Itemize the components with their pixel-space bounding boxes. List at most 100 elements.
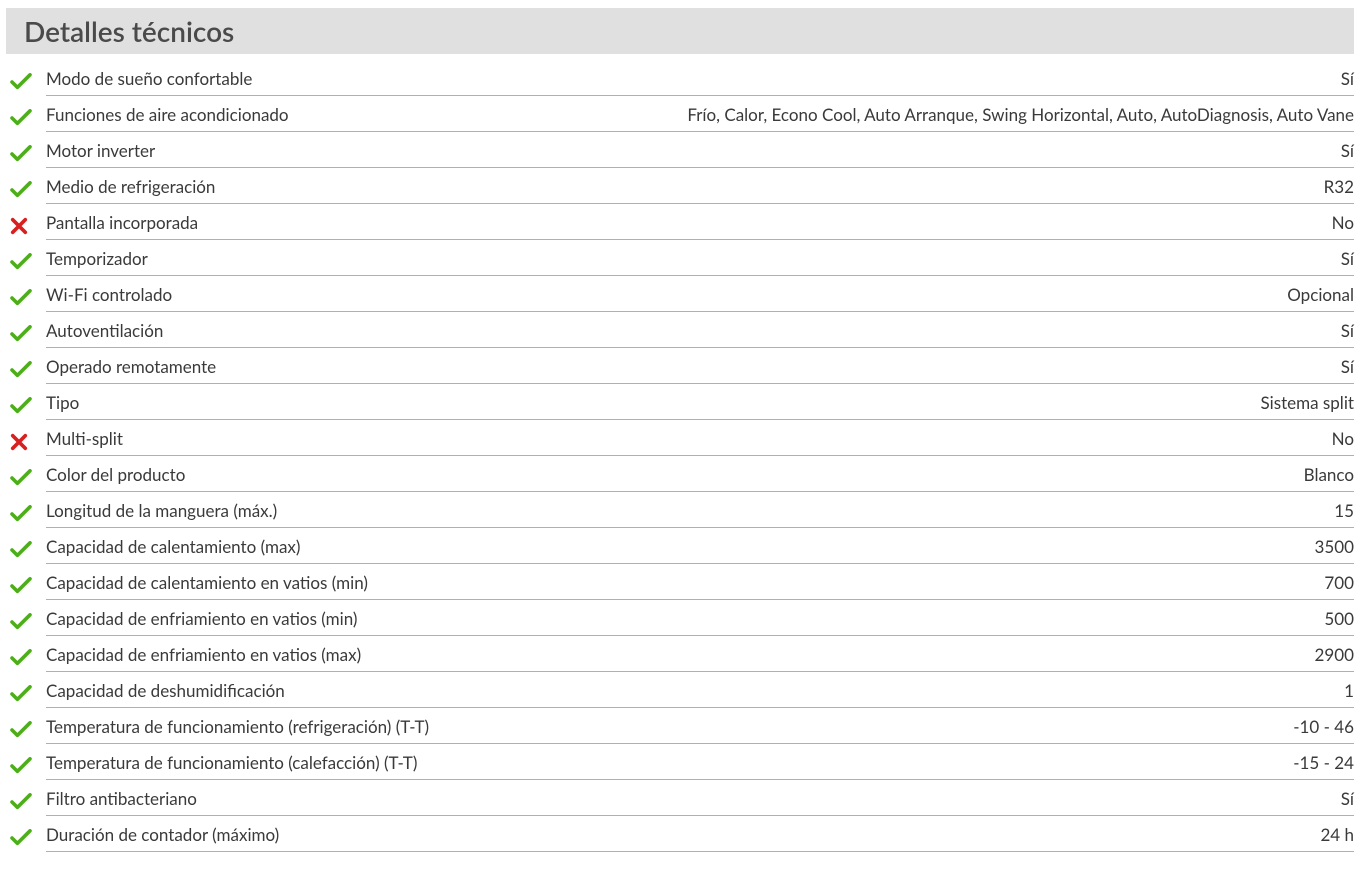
spec-content: Color del producto Blanco bbox=[46, 464, 1354, 492]
spec-label: Modo de sueño confortable bbox=[46, 68, 252, 89]
spec-label: Operado remotamente bbox=[46, 356, 216, 377]
spec-value: Sistema split bbox=[91, 392, 1354, 413]
spec-content: Funciones de aire acondicionado Frío, Cal… bbox=[46, 104, 1354, 132]
check-icon bbox=[6, 73, 46, 91]
check-icon bbox=[6, 361, 46, 379]
spec-content: Temperatura de funcionamiento (refrigera… bbox=[46, 716, 1354, 744]
check-icon bbox=[6, 181, 46, 199]
check-icon bbox=[6, 829, 46, 847]
check-icon bbox=[6, 541, 46, 559]
spec-label: Temperatura de funcionamiento (refrigera… bbox=[46, 716, 429, 737]
spec-content: Temperatura de funcionamiento (calefacci… bbox=[46, 752, 1354, 780]
check-icon bbox=[6, 397, 46, 415]
cross-icon bbox=[6, 433, 46, 451]
spec-label: Filtro antibacteriano bbox=[46, 788, 197, 809]
spec-row: AutoventilaciónSí bbox=[6, 316, 1354, 352]
spec-value: Frío, Calor, Econo Cool, Auto Arranque, … bbox=[301, 104, 1354, 125]
check-icon bbox=[6, 721, 46, 739]
spec-label: Color del producto bbox=[46, 464, 185, 485]
spec-row: Capacidad de calentamiento en vatios (mi… bbox=[6, 568, 1354, 604]
spec-row: Color del producto Blanco bbox=[6, 460, 1354, 496]
spec-value: -10 - 46 bbox=[441, 716, 1354, 737]
spec-row: Temperatura de funcionamiento (calefacci… bbox=[6, 748, 1354, 784]
check-icon bbox=[6, 577, 46, 595]
spec-content: Temporizador Sí bbox=[46, 248, 1354, 276]
section-title: Detalles técnicos bbox=[24, 14, 1336, 48]
spec-content: Pantalla incorporadaNo bbox=[46, 212, 1354, 240]
check-icon bbox=[6, 325, 46, 343]
spec-label: Longitud de la manguera (máx.) bbox=[46, 500, 277, 521]
spec-label: Temporizador bbox=[46, 248, 148, 269]
spec-content: Capacidad de deshumidificación 1 bbox=[46, 680, 1354, 708]
spec-content: Wi-Fi controladoOpcional bbox=[46, 284, 1354, 312]
check-icon bbox=[6, 685, 46, 703]
spec-content: Longitud de la manguera (máx.) 15 bbox=[46, 500, 1354, 528]
check-icon bbox=[6, 145, 46, 163]
spec-value: Sí bbox=[175, 320, 1354, 341]
spec-value: 2900 bbox=[373, 644, 1354, 665]
spec-content: Duración de contador (máximo)24 h bbox=[46, 824, 1354, 852]
check-icon bbox=[6, 649, 46, 667]
spec-value: 700 bbox=[380, 572, 1354, 593]
spec-label: Capacidad de deshumidificación bbox=[46, 680, 285, 701]
spec-value: No bbox=[210, 212, 1354, 233]
spec-label: Capacidad de calentamiento (max) bbox=[46, 536, 300, 557]
spec-content: Medio de refrigeración R32 bbox=[46, 176, 1354, 204]
check-icon bbox=[6, 613, 46, 631]
spec-value: 3500 bbox=[312, 536, 1354, 557]
section-header: Detalles técnicos bbox=[6, 8, 1354, 54]
spec-content: Capacidad de enfriamiento en vatios (min… bbox=[46, 608, 1354, 636]
cross-icon bbox=[6, 217, 46, 235]
spec-row: Pantalla incorporadaNo bbox=[6, 208, 1354, 244]
spec-content: Operado remotamente Sí bbox=[46, 356, 1354, 384]
spec-label: Capacidad de enfriamiento en vatios (max… bbox=[46, 644, 361, 665]
check-icon bbox=[6, 793, 46, 811]
spec-row: Medio de refrigeración R32 bbox=[6, 172, 1354, 208]
spec-value: Sí bbox=[167, 140, 1354, 161]
spec-row: Capacidad de enfriamiento en vatios (max… bbox=[6, 640, 1354, 676]
spec-row: Operado remotamente Sí bbox=[6, 352, 1354, 388]
spec-value: No bbox=[135, 428, 1354, 449]
spec-content: Capacidad de enfriamiento en vatios (max… bbox=[46, 644, 1354, 672]
spec-label: Multi-split bbox=[46, 428, 123, 449]
spec-row: Wi-Fi controladoOpcional bbox=[6, 280, 1354, 316]
spec-row: Capacidad de enfriamiento en vatios (min… bbox=[6, 604, 1354, 640]
spec-row: Multi-split No bbox=[6, 424, 1354, 460]
check-icon bbox=[6, 505, 46, 523]
spec-row: Filtro antibacterianoSí bbox=[6, 784, 1354, 820]
spec-label: Medio de refrigeración bbox=[46, 176, 215, 197]
spec-value: Sí bbox=[160, 248, 1354, 269]
spec-value: 1 bbox=[297, 680, 1354, 701]
spec-label: Tipo bbox=[46, 392, 79, 413]
spec-content: Capacidad de calentamiento en vatios (mi… bbox=[46, 572, 1354, 600]
spec-row: Capacidad de deshumidificación 1 bbox=[6, 676, 1354, 712]
spec-row: Funciones de aire acondicionado Frío, Cal… bbox=[6, 100, 1354, 136]
spec-row: Motor inverter Sí bbox=[6, 136, 1354, 172]
spec-content: Filtro antibacterianoSí bbox=[46, 788, 1354, 816]
check-icon bbox=[6, 253, 46, 271]
spec-label: Temperatura de funcionamiento (calefacci… bbox=[46, 752, 417, 773]
spec-value: 15 bbox=[289, 500, 1354, 521]
check-icon bbox=[6, 109, 46, 127]
spec-content: Tipo Sistema split bbox=[46, 392, 1354, 420]
spec-content: Motor inverter Sí bbox=[46, 140, 1354, 168]
spec-row: Longitud de la manguera (máx.) 15 bbox=[6, 496, 1354, 532]
spec-row: Modo de sueño confortable Sí bbox=[6, 64, 1354, 100]
spec-label: Funciones de aire acondicionado bbox=[46, 104, 289, 125]
spec-content: Capacidad de calentamiento (max) 3500 bbox=[46, 536, 1354, 564]
spec-value: 500 bbox=[369, 608, 1354, 629]
check-icon bbox=[6, 469, 46, 487]
spec-label: Capacidad de enfriamiento en vatios (min… bbox=[46, 608, 357, 629]
spec-value: -15 - 24 bbox=[429, 752, 1354, 773]
spec-value: Blanco bbox=[197, 464, 1354, 485]
spec-content: AutoventilaciónSí bbox=[46, 320, 1354, 348]
spec-row: Tipo Sistema split bbox=[6, 388, 1354, 424]
spec-label: Motor inverter bbox=[46, 140, 155, 161]
spec-label: Capacidad de calentamiento en vatios (mi… bbox=[46, 572, 368, 593]
spec-value: Sí bbox=[228, 356, 1354, 377]
spec-row: Temperatura de funcionamiento (refrigera… bbox=[6, 712, 1354, 748]
spec-row: Capacidad de calentamiento (max) 3500 bbox=[6, 532, 1354, 568]
spec-value: Sí bbox=[264, 68, 1354, 89]
spec-value: R32 bbox=[227, 176, 1354, 197]
check-icon bbox=[6, 289, 46, 307]
